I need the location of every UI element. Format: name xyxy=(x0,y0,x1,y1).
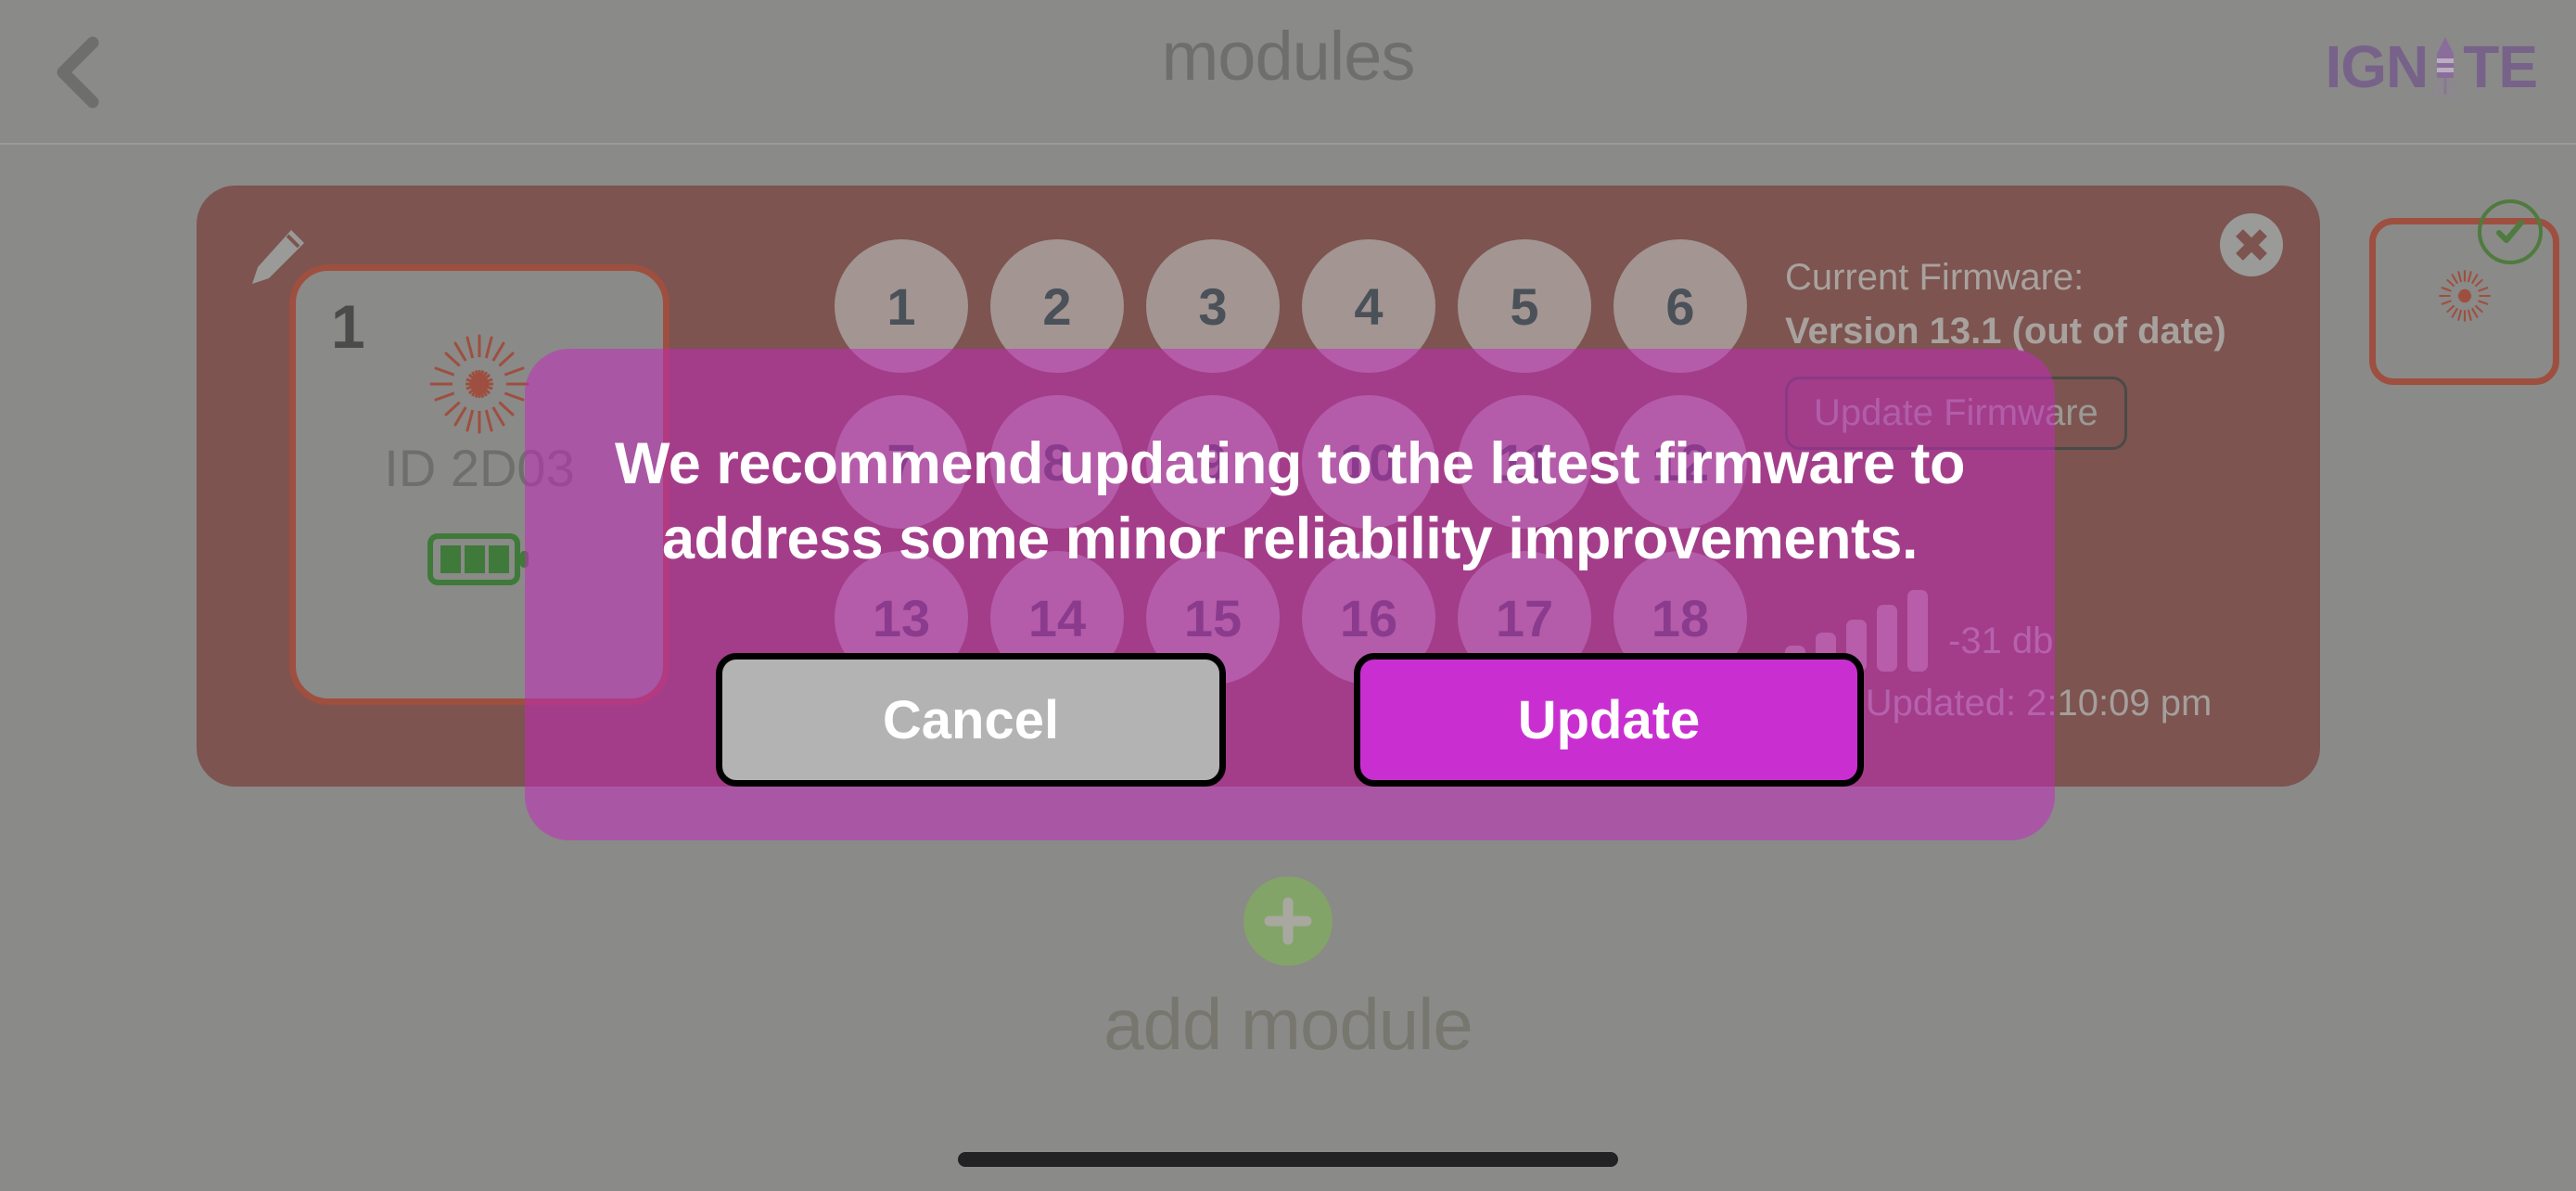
firmware-update-dialog: We recommend updating to the latest firm… xyxy=(525,349,2055,840)
cancel-button[interactable]: Cancel xyxy=(716,653,1226,787)
update-button[interactable]: Update xyxy=(1354,653,1864,787)
dialog-actions: Cancel Update xyxy=(525,653,2055,787)
app-screen: modules IGN TE 1 ID 2D03 1 2 3 4 5 6 Cur… xyxy=(0,0,2576,1191)
modal-backdrop: We recommend updating to the latest firm… xyxy=(0,0,2576,1191)
dialog-message: We recommend updating to the latest firm… xyxy=(614,431,1966,571)
